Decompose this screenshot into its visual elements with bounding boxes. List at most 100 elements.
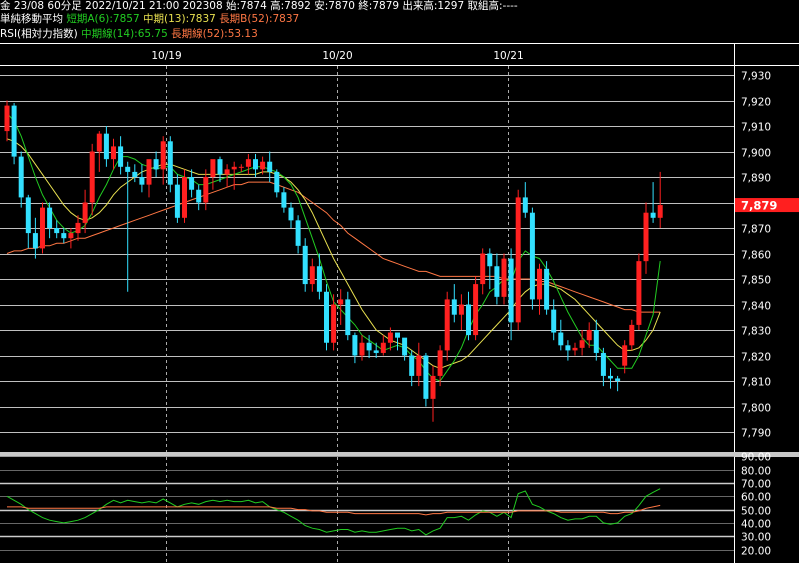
candle bbox=[167, 136, 173, 193]
candle-body bbox=[537, 268, 542, 300]
candle-body bbox=[657, 205, 663, 218]
candle-body bbox=[338, 299, 344, 305]
candle bbox=[508, 248, 514, 341]
candle-body bbox=[593, 330, 599, 353]
candle bbox=[522, 182, 528, 218]
price-tick-label: 7,800 bbox=[741, 403, 771, 415]
candle-body bbox=[203, 177, 209, 203]
candle bbox=[515, 189, 521, 330]
ma-long-line bbox=[6, 181, 661, 313]
candle bbox=[182, 169, 187, 223]
candle-body bbox=[437, 350, 443, 376]
candle-body bbox=[551, 309, 557, 333]
candle bbox=[608, 368, 613, 389]
price-tick-label: 7,820 bbox=[741, 352, 771, 364]
candle-body bbox=[324, 291, 329, 343]
candle-body bbox=[522, 197, 528, 213]
candle-body bbox=[480, 253, 486, 285]
candle-body bbox=[572, 347, 578, 351]
candle bbox=[281, 187, 287, 213]
candle-body bbox=[302, 245, 308, 285]
candle-body bbox=[125, 166, 131, 172]
candle-body bbox=[217, 159, 223, 175]
candle bbox=[274, 169, 280, 198]
candle bbox=[657, 171, 663, 228]
candle-body bbox=[451, 299, 457, 315]
candle-body bbox=[515, 197, 521, 323]
price-tick-label: 7,850 bbox=[741, 275, 771, 287]
candle bbox=[501, 253, 507, 305]
candle-body bbox=[89, 151, 95, 203]
candle bbox=[444, 291, 450, 361]
candle bbox=[316, 253, 322, 300]
candle bbox=[451, 284, 457, 323]
candle bbox=[572, 342, 578, 356]
candle-body bbox=[466, 304, 471, 336]
rsi-tick-label: 20.00 bbox=[741, 546, 771, 558]
candle-body bbox=[558, 332, 564, 346]
candle bbox=[139, 164, 145, 193]
candle-body bbox=[274, 171, 280, 193]
candle bbox=[494, 253, 500, 305]
candle-body bbox=[615, 378, 621, 381]
candle bbox=[4, 100, 10, 142]
candle bbox=[600, 347, 606, 387]
candle-body bbox=[309, 266, 315, 285]
candle bbox=[11, 103, 17, 165]
candle-body bbox=[224, 169, 230, 175]
candle bbox=[203, 169, 209, 211]
candle bbox=[118, 136, 124, 175]
price-tick-label: 7,830 bbox=[741, 326, 771, 338]
candle-body bbox=[423, 355, 429, 399]
price-tick-label: 7,810 bbox=[741, 377, 771, 389]
candle-body bbox=[54, 228, 60, 234]
candle bbox=[189, 169, 195, 198]
candle-body bbox=[529, 212, 535, 300]
price-tick-label: 7,840 bbox=[741, 301, 771, 313]
candle-body bbox=[210, 159, 216, 177]
candle-body bbox=[331, 304, 337, 343]
price-chart[interactable]: 7,9307,9207,9107,9007,8907,8807,8707,860… bbox=[0, 0, 799, 563]
candle-body bbox=[295, 220, 301, 246]
candle bbox=[466, 291, 471, 341]
rsi-tick-label: 70.00 bbox=[741, 479, 771, 491]
candle bbox=[89, 143, 95, 216]
price-tick-label: 7,900 bbox=[741, 148, 771, 160]
candle bbox=[643, 202, 649, 274]
candle-body bbox=[494, 266, 500, 297]
candle-body bbox=[132, 171, 138, 177]
candle-body bbox=[650, 212, 656, 218]
candle-body bbox=[643, 212, 649, 262]
candle-body bbox=[238, 166, 244, 168]
rsi-tick-label: 90.00 bbox=[741, 452, 771, 464]
candle-body bbox=[600, 352, 606, 376]
candle bbox=[430, 365, 436, 422]
candle bbox=[416, 342, 422, 387]
candle bbox=[565, 340, 571, 361]
candle-body bbox=[245, 159, 251, 167]
candle-body bbox=[487, 253, 493, 267]
candle bbox=[32, 217, 38, 259]
candle-body bbox=[146, 159, 152, 185]
candle-body bbox=[82, 202, 88, 223]
candle bbox=[174, 174, 180, 223]
candle-body bbox=[267, 161, 273, 172]
candle-body bbox=[103, 133, 109, 160]
candle-body bbox=[366, 342, 372, 351]
candle-body bbox=[61, 233, 67, 239]
candle bbox=[103, 126, 109, 167]
candle-body bbox=[160, 141, 166, 170]
candle-body bbox=[118, 146, 124, 167]
candle bbox=[196, 184, 202, 211]
price-tick-label: 7,890 bbox=[741, 173, 771, 185]
candle-body bbox=[32, 233, 38, 249]
candle-body bbox=[316, 266, 322, 292]
candle bbox=[96, 131, 102, 172]
candle-body bbox=[174, 184, 180, 218]
candle-body bbox=[288, 207, 294, 221]
candle bbox=[210, 159, 216, 190]
candle-body bbox=[586, 330, 592, 341]
candle-body bbox=[68, 233, 74, 239]
candle bbox=[636, 253, 642, 330]
candle-body bbox=[75, 222, 81, 234]
